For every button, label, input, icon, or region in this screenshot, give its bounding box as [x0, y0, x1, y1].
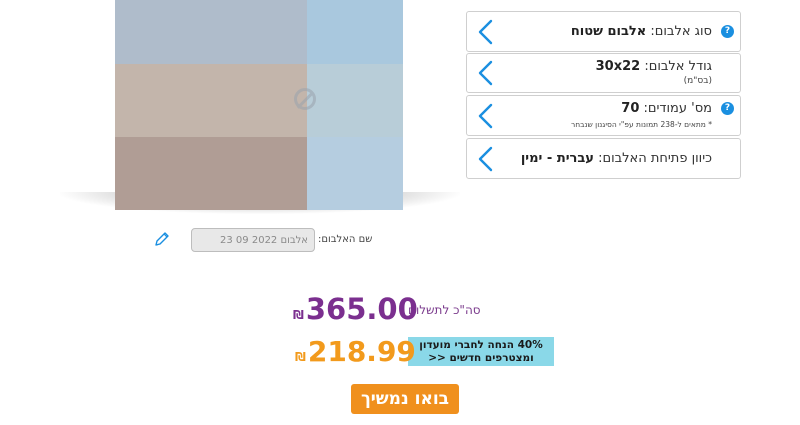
- info-icon[interactable]: ?: [721, 25, 734, 38]
- option-album-size-title: גודל אלבום: 30x22: [595, 59, 712, 74]
- photo-top-left: [115, 0, 307, 64]
- option-album-size-unit: (בס"מ): [683, 76, 712, 86]
- option-opening-direction-title: כיוון פתיחת האלבום: עברית - ימין: [520, 151, 712, 166]
- chevron-left-icon[interactable]: [475, 146, 497, 172]
- option-album-type-title: סוג אלבום: אלבום שטוח: [570, 24, 712, 39]
- currency-symbol: ₪: [295, 350, 306, 364]
- option-page-count-note: * מתאים ל-238 תמונות עפ"י הסיגנון שנבחר: [570, 120, 712, 129]
- promo-line-1: 40% הנחה לחברי מועדון: [419, 339, 543, 351]
- prohibited-icon: [294, 88, 316, 110]
- continue-button[interactable]: בואו נמשיך: [351, 384, 459, 414]
- photo-bottom-left: [115, 137, 307, 210]
- album-name-label: שם האלבום:: [318, 234, 373, 245]
- photo-top-right: [307, 0, 403, 64]
- chevron-left-icon[interactable]: [475, 19, 497, 45]
- currency-symbol: ₪: [293, 308, 304, 322]
- total-price: ₪365.00: [293, 292, 418, 326]
- option-album-size[interactable]: גודל אלבום: 30x22 (בס"מ): [466, 53, 741, 93]
- photo-bottom-right: [307, 137, 403, 210]
- option-page-count[interactable]: ? מס' עמודים: 70 * מתאים ל-238 תמונות עפ…: [466, 95, 741, 136]
- club-discount-badge[interactable]: 40% הנחה לחברי מועדון ומצטרפים חדשים <<: [408, 337, 554, 366]
- option-page-count-title: מס' עמודים: 70: [621, 101, 712, 116]
- chevron-left-icon[interactable]: [475, 103, 497, 129]
- total-label: סה"כ לתשלום: [408, 303, 481, 317]
- chevron-left-icon[interactable]: [475, 60, 497, 86]
- pencil-icon[interactable]: [152, 229, 172, 249]
- album-preview: [115, 0, 403, 210]
- photo-middle-left: [115, 64, 307, 137]
- option-opening-direction[interactable]: כיוון פתיחת האלבום: עברית - ימין: [466, 138, 741, 179]
- info-icon[interactable]: ?: [721, 102, 734, 115]
- promo-line-2: ומצטרפים חדשים <<: [428, 352, 534, 364]
- photo-middle-right: [294, 64, 403, 137]
- discounted-price: ₪218.99: [295, 335, 416, 368]
- option-album-type[interactable]: ? סוג אלבום: אלבום שטוח: [466, 11, 741, 52]
- album-name-input[interactable]: [191, 228, 315, 252]
